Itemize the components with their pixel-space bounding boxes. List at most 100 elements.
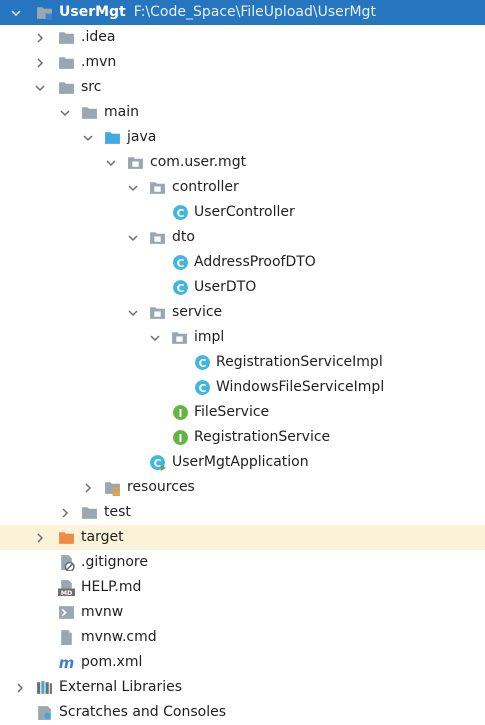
tree-node-label: UserMgtApplication [172, 454, 309, 470]
source-folder-icon [104, 129, 121, 146]
tree-node-label: target [81, 529, 124, 545]
chevron-right-icon[interactable] [57, 500, 73, 525]
gitignore-file-icon [58, 554, 75, 571]
tree-node-main[interactable]: main [0, 100, 485, 125]
chevron-right-icon[interactable] [80, 475, 96, 500]
tree-node-label: UserDTO [194, 279, 257, 295]
svg-text:m: m [59, 654, 74, 671]
tree-node-label: pom.xml [81, 654, 143, 670]
tree-node-label: dto [172, 229, 195, 245]
tree-node-src[interactable]: src [0, 75, 485, 100]
tree-node-package[interactable]: com.user.mgt [0, 150, 485, 175]
chevron-down-icon[interactable] [147, 325, 163, 350]
chevron-down-icon[interactable] [103, 150, 119, 175]
tree-node-target[interactable]: target [0, 525, 485, 550]
tree-node-help-md[interactable]: MD HELP.md [0, 575, 485, 600]
tree-node-label: External Libraries [59, 679, 182, 695]
excluded-folder-icon [58, 529, 75, 546]
project-tree: UserMgt F:\Code_Space\FileUpload\UserMgt … [0, 0, 485, 725]
tree-node-java[interactable]: java [0, 125, 485, 150]
folder-icon [58, 79, 75, 96]
chevron-down-icon[interactable] [125, 225, 141, 250]
tree-node-registration-service-impl[interactable]: RegistrationServiceImpl [0, 350, 485, 375]
folder-icon [81, 504, 98, 521]
tree-node-mvnw[interactable]: mvnw [0, 600, 485, 625]
shell-script-icon [58, 604, 75, 621]
md-badge-text: MD [61, 589, 73, 596]
root-name: UserMgt [59, 4, 126, 20]
chevron-right-icon[interactable] [32, 525, 48, 550]
tree-node-label: mvnw [81, 604, 124, 620]
chevron-down-icon[interactable] [32, 75, 48, 100]
interface-icon [172, 404, 189, 421]
tree-node-mvnw-cmd[interactable]: mvnw.cmd [0, 625, 485, 650]
tree-node-registration-service[interactable]: RegistrationService [0, 425, 485, 450]
tree-node-label: .gitignore [81, 554, 148, 570]
chevron-right-icon[interactable] [12, 675, 28, 700]
tree-node-label: .idea [81, 29, 116, 45]
tree-node-label: resources [127, 479, 195, 495]
tree-node-windows-file-service-impl[interactable]: WindowsFileServiceImpl [0, 375, 485, 400]
tree-node-label: HELP.md [81, 579, 142, 595]
tree-node-label: .mvn [81, 54, 117, 70]
tree-node-address-proof-dto[interactable]: AddressProofDTO [0, 250, 485, 275]
tree-node-label: service [172, 304, 223, 320]
tree-node-pom-xml[interactable]: m pom.xml [0, 650, 485, 675]
tree-node-label: src [81, 79, 102, 95]
tree-node-label: mvnw.cmd [81, 629, 157, 645]
package-icon [171, 329, 188, 346]
root-path: F:\Code_Space\FileUpload\UserMgt [133, 4, 376, 20]
tree-node-external-libraries[interactable]: External Libraries [0, 675, 485, 700]
folder-icon [81, 104, 98, 121]
tree-node-mvn[interactable]: .mvn [0, 50, 485, 75]
chevron-right-icon[interactable] [32, 25, 48, 50]
chevron-down-icon[interactable] [80, 125, 96, 150]
module-folder-icon [36, 4, 53, 21]
tree-node-file-service[interactable]: FileService [0, 400, 485, 425]
tree-node-dto[interactable]: dto [0, 225, 485, 250]
tree-node-label: test [104, 504, 131, 520]
maven-icon: m [58, 654, 75, 671]
tree-node-resources[interactable]: resources [0, 475, 485, 500]
tree-node-label: impl [194, 329, 225, 345]
package-icon [149, 304, 166, 321]
chevron-right-icon[interactable] [32, 50, 48, 75]
tree-node-idea[interactable]: .idea [0, 25, 485, 50]
chevron-down-icon[interactable] [8, 0, 24, 25]
folder-icon [58, 29, 75, 46]
tree-node-label: java [127, 129, 157, 145]
tree-node-scratches[interactable]: Scratches and Consoles [0, 700, 485, 725]
chevron-down-icon[interactable] [125, 175, 141, 200]
tree-node-user-controller[interactable]: UserController [0, 200, 485, 225]
tree-node-label: RegistrationServiceImpl [216, 354, 383, 370]
tree-node-label: Scratches and Consoles [59, 704, 226, 720]
tree-node-label: FileService [194, 404, 270, 420]
package-icon [149, 179, 166, 196]
tree-node-impl[interactable]: impl [0, 325, 485, 350]
tree-node-user-dto[interactable]: UserDTO [0, 275, 485, 300]
tree-node-label: main [104, 104, 139, 120]
tree-node-label: UserMgt F:\Code_Space\FileUpload\UserMgt [59, 0, 376, 25]
tree-node-label: com.user.mgt [150, 154, 247, 170]
resources-folder-icon [104, 479, 121, 496]
tree-node-label: controller [172, 179, 239, 195]
chevron-down-icon[interactable] [125, 300, 141, 325]
tree-node-label: AddressProofDTO [194, 254, 316, 270]
tree-node-usermgt-root[interactable]: UserMgt F:\Code_Space\FileUpload\UserMgt [0, 0, 485, 25]
tree-node-label: WindowsFileServiceImpl [216, 379, 385, 395]
tree-node-service[interactable]: service [0, 300, 485, 325]
class-icon [172, 204, 189, 221]
class-icon [194, 379, 211, 396]
class-icon [172, 254, 189, 271]
tree-node-controller[interactable]: controller [0, 175, 485, 200]
tree-node-label: RegistrationService [194, 429, 331, 445]
markdown-file-icon: MD [58, 579, 75, 596]
tree-node-user-mgt-application[interactable]: UserMgtApplication [0, 450, 485, 475]
text-file-icon [58, 629, 75, 646]
tree-node-label: UserController [194, 204, 295, 220]
interface-icon [172, 429, 189, 446]
chevron-down-icon[interactable] [57, 100, 73, 125]
tree-node-test[interactable]: test [0, 500, 485, 525]
spring-app-class-icon [149, 454, 166, 471]
tree-node-gitignore[interactable]: .gitignore [0, 550, 485, 575]
